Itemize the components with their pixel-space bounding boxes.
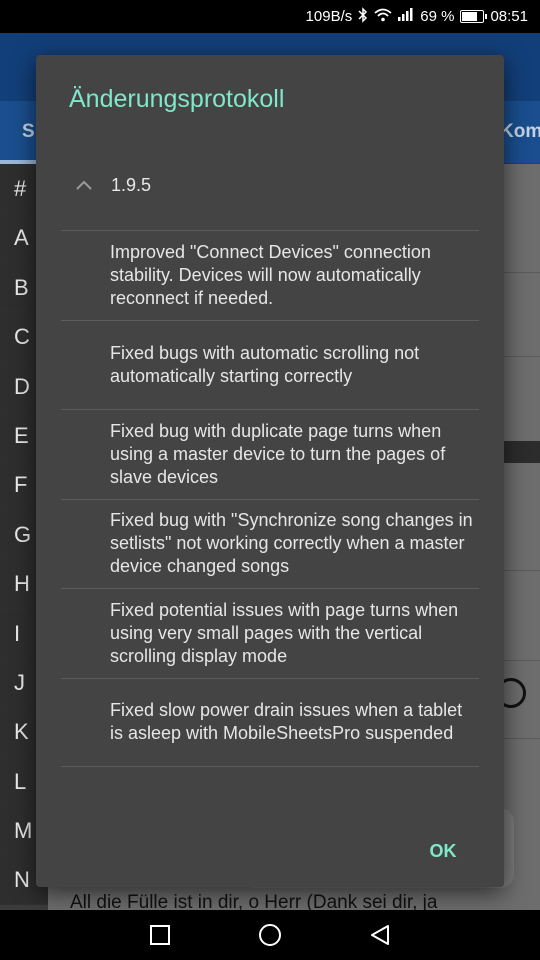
changelog-item: Fixed potential issues with page turns w… (61, 588, 479, 678)
list-item-title[interactable]: All die Fülle ist in dir, o Herr (Dank s… (70, 892, 540, 910)
back-icon[interactable] (365, 920, 395, 950)
changelog-item: Fixed bug with "Synchronize song changes… (61, 498, 479, 589)
wifi-icon (374, 8, 392, 26)
chevron-up-icon[interactable] (74, 176, 94, 196)
network-speed: 109B/s (305, 8, 353, 25)
changelog-text: Fixed bug with "Synchronize song changes… (110, 510, 473, 577)
changelog-item: Improved "Connect Devices" connection st… (61, 230, 479, 320)
changelog-item: Fixed slow power drain issues when a tab… (61, 677, 479, 767)
changelog-dialog: Änderungsprotokoll 1.9.5 Improved "Conne… (36, 55, 504, 887)
version-header[interactable]: 1.9.5 (36, 165, 504, 209)
navigation-bar (0, 910, 540, 960)
changelog-item: Fixed bug with duplicate page turns when… (61, 409, 479, 499)
signal-icon (398, 8, 414, 25)
changelog-list: Improved "Connect Devices" connection st… (61, 230, 479, 767)
changelog-text: Improved "Connect Devices" connection st… (110, 241, 431, 308)
battery-percent: 69 % (420, 8, 455, 25)
home-icon[interactable] (255, 920, 285, 950)
dialog-title: Änderungsprotokoll (69, 85, 285, 113)
clock: 08:51 (490, 8, 528, 25)
changelog-text: Fixed bug with duplicate page turns when… (110, 420, 446, 487)
changelog-text: Fixed potential issues with page turns w… (110, 599, 459, 666)
status-bar: 109B/s 69 % 08:51 (0, 0, 540, 33)
changelog-text: Fixed bugs with automatic scrolling not … (110, 342, 420, 386)
battery-icon (460, 10, 488, 23)
bluetooth-icon (358, 6, 368, 27)
tab-songs[interactable]: S (22, 121, 35, 143)
version-label: 1.9.5 (111, 175, 152, 195)
changelog-item: Fixed bugs with automatic scrolling not … (61, 319, 479, 410)
recents-icon[interactable] (145, 920, 175, 950)
changelog-text: Fixed slow power drain issues when a tab… (110, 700, 463, 744)
ok-button[interactable]: OK (416, 833, 470, 869)
tab-composers[interactable]: Kom (500, 121, 540, 143)
